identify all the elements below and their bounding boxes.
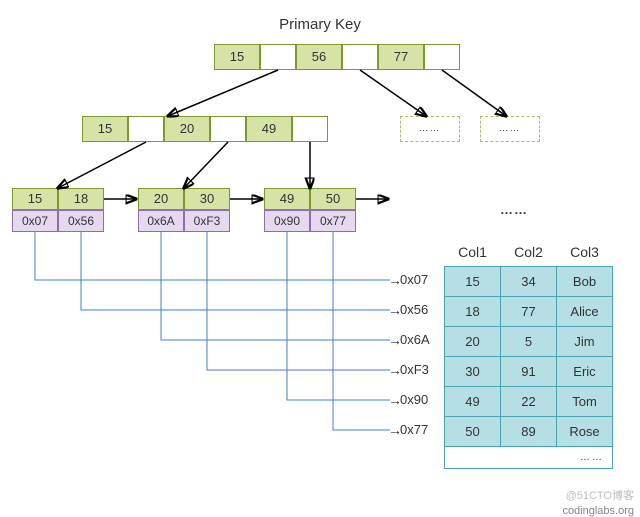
leaf-key: 49	[264, 188, 310, 210]
table-row: 5089Rose	[445, 417, 613, 447]
cell: 22	[501, 387, 557, 417]
placeholder-node: ……	[480, 116, 540, 142]
table-header-row: Col1 Col2 Col3	[445, 238, 613, 267]
table-empty-row: ……	[445, 447, 613, 469]
table-row: 3091Eric	[445, 357, 613, 387]
internal-node: 15 20 49	[82, 116, 328, 142]
root-gap	[424, 44, 460, 70]
placeholder-node: ……	[400, 116, 460, 142]
watermark: @51CTO博客	[566, 487, 634, 503]
cell: 49	[445, 387, 501, 417]
table-header: Col2	[501, 238, 557, 267]
leaf-key: 20	[138, 188, 184, 210]
root-key: 56	[296, 44, 342, 70]
data-table: Col1 Col2 Col3 1534Bob 1877Alice 205Jim …	[444, 238, 613, 469]
internal-gap	[292, 116, 328, 142]
cell: Rose	[557, 417, 613, 447]
table-header: Col1	[445, 238, 501, 267]
root-gap	[260, 44, 296, 70]
diagram-title: Primary Key	[0, 16, 640, 33]
internal-gap	[210, 116, 246, 142]
leaf-key: 15	[12, 188, 58, 210]
pointer-label: 0x6A	[400, 332, 430, 347]
cell: Tom	[557, 387, 613, 417]
pointer-label: 0x56	[400, 302, 428, 317]
pointer-label: 0x77	[400, 422, 428, 437]
cell: Alice	[557, 297, 613, 327]
root-key: 77	[378, 44, 424, 70]
internal-key: 49	[246, 116, 292, 142]
leaf-pointer: 0x07	[12, 210, 58, 232]
watermark: codinglabs.org	[562, 505, 634, 517]
root-gap	[342, 44, 378, 70]
leaf-key: 30	[184, 188, 230, 210]
leaf-key: 18	[58, 188, 104, 210]
cell: 18	[445, 297, 501, 327]
leaf-pointer: 0x6A	[138, 210, 184, 232]
cell: Eric	[557, 357, 613, 387]
table-row: 4922Tom	[445, 387, 613, 417]
leaf-pointer: 0x77	[310, 210, 356, 232]
cell: 77	[501, 297, 557, 327]
cell-ellipsis: ……	[445, 447, 613, 469]
table-row: 205Jim	[445, 327, 613, 357]
leaf-node: 15 18 0x07 0x56	[12, 188, 104, 232]
table-row: 1534Bob	[445, 267, 613, 297]
cell: 15	[445, 267, 501, 297]
cell: 5	[501, 327, 557, 357]
cell: Jim	[557, 327, 613, 357]
cell: 34	[501, 267, 557, 297]
cell: Bob	[557, 267, 613, 297]
cell: 50	[445, 417, 501, 447]
internal-key: 20	[164, 116, 210, 142]
cell: 89	[501, 417, 557, 447]
leaf-pointer: 0x56	[58, 210, 104, 232]
pointer-label: 0xF3	[400, 362, 429, 377]
root-key: 15	[214, 44, 260, 70]
pointer-label: 0x07	[400, 272, 428, 287]
leaf-key: 50	[310, 188, 356, 210]
table-header: Col3	[557, 238, 613, 267]
leaf-ellipsis: ……	[500, 202, 528, 217]
cell: 30	[445, 357, 501, 387]
leaf-node: 49 50 0x90 0x77	[264, 188, 356, 232]
pointer-label: 0x90	[400, 392, 428, 407]
leaf-pointer: 0x90	[264, 210, 310, 232]
cell: 20	[445, 327, 501, 357]
cell: 91	[501, 357, 557, 387]
leaf-pointer: 0xF3	[184, 210, 230, 232]
table-row: 1877Alice	[445, 297, 613, 327]
leaf-node: 20 30 0x6A 0xF3	[138, 188, 230, 232]
internal-gap	[128, 116, 164, 142]
root-node: 15 56 77	[214, 44, 460, 70]
internal-key: 15	[82, 116, 128, 142]
